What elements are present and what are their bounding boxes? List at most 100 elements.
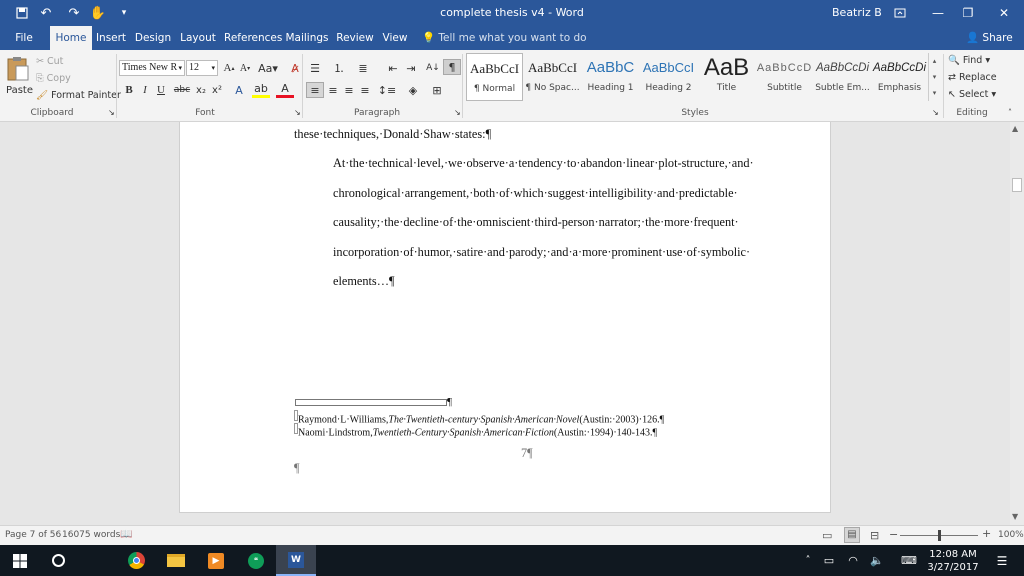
word-taskbar-icon[interactable]: W — [276, 545, 316, 576]
web-layout-icon[interactable]: ⊟ — [870, 529, 879, 542]
style-name: Heading 1 — [587, 83, 634, 93]
ribbon: Paste ✂ Cut ⎘ Copy 🖌 Format Painter Clip… — [0, 50, 1024, 122]
group-divider — [943, 54, 944, 118]
sort-icon[interactable]: A↓ — [424, 60, 442, 76]
style-no-spacing[interactable]: AaBbCcI ¶ No Spac... — [524, 53, 581, 101]
tab-file[interactable]: File — [8, 26, 40, 50]
line-spacing-icon[interactable]: ↕≡ — [378, 82, 396, 98]
highlight-icon[interactable]: ab — [252, 82, 270, 98]
format-painter-button[interactable]: 🖌 Format Painter — [36, 90, 121, 101]
styles-launcher-icon[interactable]: ↘ — [932, 108, 939, 117]
print-layout-icon[interactable]: ▤ — [844, 527, 860, 543]
tab-view[interactable]: View — [380, 26, 410, 50]
tab-review[interactable]: Review — [336, 26, 374, 50]
tell-me-box[interactable]: 💡 Tell me what you want to do — [422, 26, 587, 50]
style-preview: AaBbCcDi — [872, 62, 927, 74]
increase-indent-icon[interactable]: ⇥ — [402, 60, 420, 76]
decrease-indent-icon[interactable]: ⇤ — [384, 60, 402, 76]
intro-text: these·techniques,·Donald·Shaw·states:¶ — [294, 127, 492, 141]
replace-button[interactable]: ⇄ Replace — [948, 72, 997, 83]
style-heading-1[interactable]: AaBbC Heading 1 — [582, 53, 639, 101]
media-player-icon[interactable]: ▶ — [196, 545, 236, 576]
align-left-icon[interactable]: ≡ — [306, 82, 324, 98]
underline-icon[interactable]: U — [152, 82, 170, 98]
scroll-up-icon[interactable]: ▲ — [1012, 124, 1018, 133]
proofing-icon[interactable]: 📖 — [120, 529, 132, 540]
clipboard-launcher-icon[interactable]: ↘ — [108, 108, 115, 117]
volume-icon[interactable]: 🔈 — [866, 545, 888, 576]
show-hidden-icons-icon[interactable]: ˄ — [798, 545, 818, 576]
word-count[interactable]: 16075 words — [62, 530, 120, 540]
copy-button[interactable]: ⎘ Copy — [36, 73, 71, 84]
select-button[interactable]: ↖ Select ▾ — [948, 89, 996, 100]
zoom-slider[interactable] — [900, 530, 978, 541]
font-launcher-icon[interactable]: ↘ — [294, 108, 301, 117]
page-indicator[interactable]: Page 7 of 56 — [5, 530, 61, 540]
close-icon[interactable]: ✕ — [984, 0, 1024, 26]
style-emphasis[interactable]: AaBbCcDi Emphasis — [871, 53, 928, 101]
text-effects-icon[interactable]: A — [230, 82, 248, 98]
shading-icon[interactable]: ◈ — [404, 82, 422, 98]
windows-start-icon[interactable] — [0, 545, 40, 576]
clipboard-group-label: Clipboard — [30, 108, 74, 118]
zoom-slider-thumb[interactable] — [938, 530, 941, 541]
tab-mailings[interactable]: Mailings — [284, 26, 330, 50]
font-size-combo[interactable]: 12 ▾ — [186, 60, 218, 76]
style-normal[interactable]: AaBbCcI ¶ Normal — [466, 53, 523, 101]
style-title[interactable]: AaB Title — [698, 53, 755, 101]
font-color-icon[interactable]: A — [276, 82, 294, 98]
tab-references[interactable]: References — [224, 26, 282, 50]
bullets-icon[interactable]: ☰ — [306, 60, 324, 76]
share-button[interactable]: 👤 Share — [966, 26, 1013, 50]
zoom-in-icon[interactable]: + — [982, 527, 991, 540]
person-icon: 👤 — [966, 32, 980, 44]
ribbon-display-icon[interactable] — [880, 0, 920, 26]
style-subtle-emphasis[interactable]: AaBbCcDi Subtle Em... — [814, 53, 871, 101]
read-mode-icon[interactable]: ▭ — [822, 529, 832, 542]
collapse-ribbon-icon[interactable]: ˄ — [1008, 108, 1012, 117]
keyboard-icon[interactable]: ⌨ — [896, 545, 922, 576]
zoom-out-icon[interactable]: − — [889, 528, 898, 541]
find-button[interactable]: 🔍 Find ▾ — [948, 55, 990, 66]
borders-icon[interactable]: ⊞ — [428, 82, 446, 98]
system-clock[interactable]: 12:08 AM 3/27/2017 — [922, 548, 984, 574]
numbering-icon[interactable]: ⒈ — [330, 60, 348, 76]
multilevel-list-icon[interactable]: ≣ — [354, 60, 372, 76]
cut-button[interactable]: ✂ Cut — [36, 56, 63, 67]
user-name[interactable]: Beatriz B — [832, 6, 882, 19]
style-preview: AaBbCcD — [756, 62, 813, 74]
paste-button[interactable]: Paste — [4, 54, 33, 100]
file-explorer-icon[interactable] — [156, 545, 196, 576]
tab-layout[interactable]: Layout — [178, 26, 218, 50]
scroll-thumb[interactable] — [1012, 178, 1022, 192]
clipboard-icon — [7, 57, 29, 81]
justify-icon[interactable]: ≡ — [356, 82, 374, 98]
document-page[interactable]: these·techniques,·Donald·Shaw·states:¶ A… — [179, 122, 831, 513]
shrink-font-icon[interactable]: A ▾ — [236, 60, 254, 76]
change-case-icon[interactable]: Aa▾ — [258, 60, 278, 76]
tab-insert[interactable]: Insert — [94, 26, 128, 50]
cursor-icon: ↖ — [948, 89, 956, 100]
style-heading-2[interactable]: AaBbCcI Heading 2 — [640, 53, 697, 101]
font-name-combo[interactable]: Times New R ▾ — [119, 60, 185, 76]
show-marks-icon[interactable]: ¶ — [443, 59, 461, 75]
style-name: ¶ No Spac... — [525, 83, 580, 93]
restore-icon[interactable]: ❐ — [948, 0, 988, 26]
zoom-level[interactable]: 100% — [998, 530, 1024, 540]
network-icon[interactable]: ▭ — [818, 545, 840, 576]
style-subtitle[interactable]: AaBbCcD Subtitle — [756, 53, 813, 101]
tab-design[interactable]: Design — [134, 26, 172, 50]
wifi-icon[interactable]: ◠ — [842, 545, 864, 576]
superscript-icon[interactable]: x² — [208, 82, 226, 98]
vertical-scrollbar[interactable]: ▲ ▼ — [1010, 122, 1024, 525]
strikethrough-icon[interactable]: abc — [173, 82, 191, 98]
action-center-icon[interactable]: ☰ — [990, 545, 1014, 576]
scroll-down-icon[interactable]: ▼ — [1012, 512, 1018, 521]
cortana-icon[interactable] — [38, 545, 78, 576]
hangouts-icon[interactable]: ❝ — [236, 545, 276, 576]
styles-scroll[interactable]: ▴ ▾ ▾ — [928, 53, 940, 101]
paragraph-launcher-icon[interactable]: ↘ — [454, 108, 461, 117]
chrome-icon[interactable] — [116, 545, 156, 576]
tab-home[interactable]: Home — [50, 26, 92, 50]
find-label: Find — [962, 55, 983, 66]
